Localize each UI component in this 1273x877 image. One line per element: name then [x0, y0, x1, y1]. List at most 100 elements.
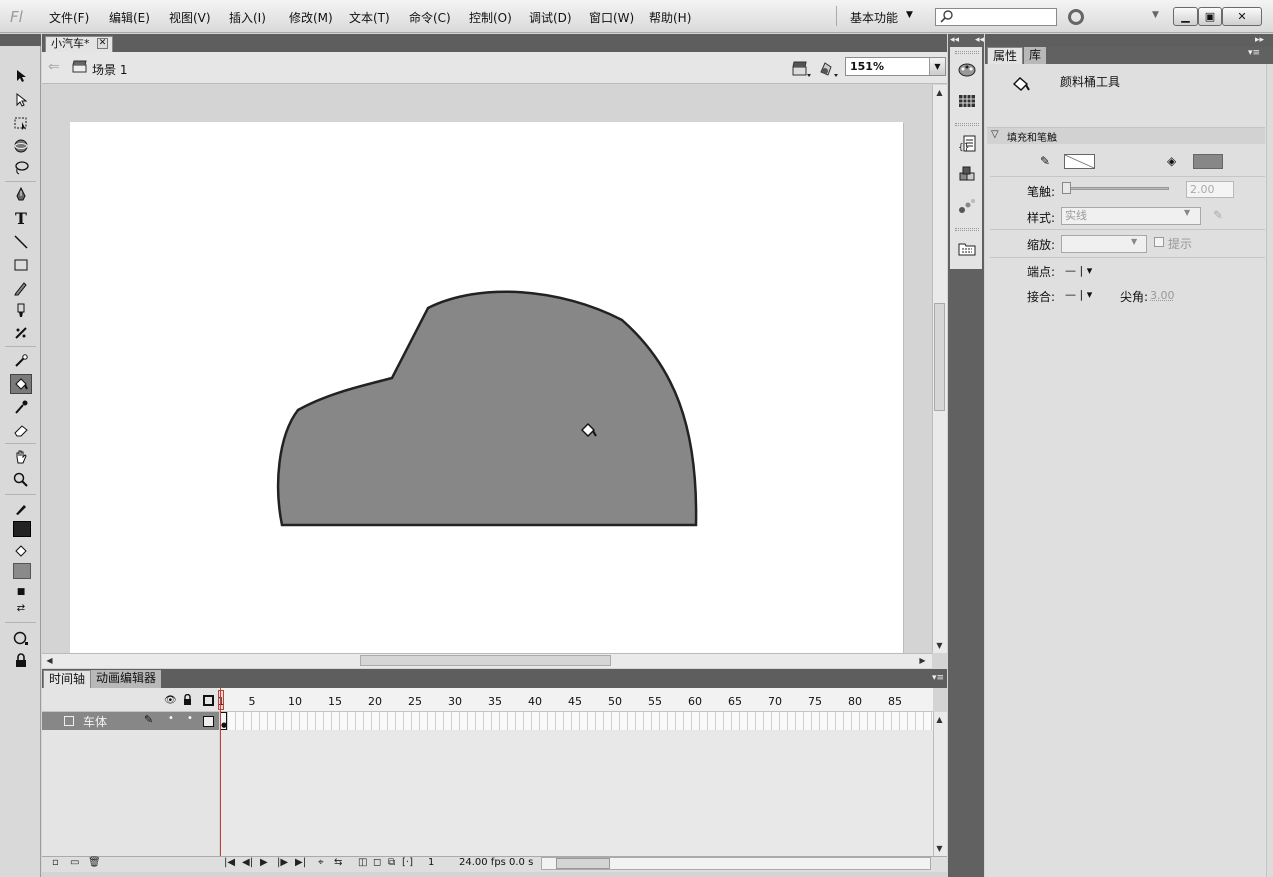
pencil-tool-icon[interactable] [10, 278, 32, 298]
menu-modify[interactable]: 修改(M) [289, 9, 333, 26]
eyedropper-tool-icon[interactable] [10, 397, 32, 417]
loop-icon[interactable]: ⇆ [334, 857, 342, 868]
bone-tool-icon[interactable] [10, 351, 32, 371]
step-forward-icon[interactable]: |▶ [277, 857, 288, 868]
new-folder-icon[interactable]: ▭ [70, 857, 79, 868]
panel-grip[interactable] [955, 228, 979, 231]
stage-vertical-scroll-thumb[interactable] [934, 303, 945, 411]
scroll-down-icon[interactable]: ▼ [933, 842, 946, 855]
stroke-color-swatch[interactable] [1064, 154, 1095, 169]
fill-color-swatch[interactable] [1193, 154, 1223, 169]
onion-markers-icon[interactable]: [·] [402, 857, 413, 868]
edit-stroke-style-icon[interactable]: ✎ [1213, 208, 1223, 222]
free-transform-tool-icon[interactable] [10, 113, 32, 133]
stage-horizontal-scroll-thumb[interactable] [360, 655, 611, 666]
stroke-color-swatch[interactable] [13, 521, 31, 537]
chevron-down-icon[interactable]: ▼ [1152, 10, 1159, 20]
menu-edit[interactable]: 编辑(E) [109, 9, 150, 26]
stroke-width-slider[interactable] [1068, 187, 1169, 190]
motion-presets-icon[interactable] [957, 196, 977, 216]
align-icon[interactable]: {} [957, 134, 977, 154]
brush-tool-icon[interactable] [10, 300, 32, 320]
layer-name[interactable]: 车体 [83, 713, 107, 730]
close-icon[interactable]: ✕ [97, 38, 108, 49]
menu-help[interactable]: 帮助(H) [649, 9, 691, 26]
frame-track[interactable] [220, 712, 933, 730]
back-arrow-icon[interactable]: ⇐ [48, 59, 60, 75]
layer-visibility-dot[interactable]: • [168, 713, 174, 724]
onion-skin-icon[interactable]: ◫ [358, 857, 367, 868]
stroke-style-select[interactable]: 实线 [1061, 207, 1201, 225]
swap-colors-icon[interactable]: ⇄ [10, 598, 32, 618]
toolbox-header[interactable] [0, 34, 41, 46]
current-frame[interactable]: 1 [428, 857, 434, 868]
expand-arrows-icon[interactable]: ▸▸ [1255, 35, 1264, 45]
collapse-arrows-icon[interactable]: ◂◂ [950, 35, 959, 45]
workspace-switcher[interactable]: 基本功能 [850, 9, 898, 26]
onion-outline-icon[interactable]: ◻ [373, 857, 381, 868]
lock-icon[interactable] [183, 693, 192, 705]
menu-control[interactable]: 控制(O) [469, 9, 512, 26]
new-layer-icon[interactable]: ▫ [52, 857, 59, 868]
tab-timeline[interactable]: 时间轴 [43, 670, 92, 688]
rectangle-tool-icon[interactable] [10, 255, 32, 275]
layer-lock-dot[interactable]: • [187, 713, 193, 724]
menu-debug[interactable]: 调试(D) [529, 9, 572, 26]
menu-file[interactable]: 文件(F) [49, 9, 89, 26]
chevron-down-icon[interactable]: ▼ [929, 58, 945, 75]
delete-layer-icon[interactable]: 🗑 [88, 857, 101, 868]
menu-text[interactable]: 文本(T) [349, 9, 390, 26]
paint-bucket-tool-icon[interactable] [10, 374, 32, 394]
edit-scene-icon[interactable] [792, 60, 812, 78]
lasso-tool-icon[interactable] [10, 158, 32, 178]
miter-input[interactable]: 3.00 [1150, 289, 1175, 302]
tab-motion-editor[interactable]: 动画编辑器 [91, 670, 162, 688]
menu-view[interactable]: 视图(V) [169, 9, 211, 26]
tab-properties[interactable]: 属性 [987, 47, 1024, 64]
chevron-down-icon[interactable]: ▼ [1131, 237, 1137, 246]
swatches-icon[interactable] [957, 91, 977, 111]
scene-breadcrumb[interactable]: 场景 1 [92, 61, 127, 78]
menu-commands[interactable]: 命令(C) [409, 9, 451, 26]
panel-grip[interactable] [955, 123, 979, 126]
chevron-down-icon[interactable]: ▼ [906, 10, 913, 20]
first-frame-icon[interactable]: |◀ [224, 857, 235, 868]
fill-color-swatch[interactable] [13, 563, 31, 579]
step-back-icon[interactable]: ◀| [242, 857, 253, 868]
zoom-tool-icon[interactable] [10, 470, 32, 490]
last-frame-icon[interactable]: ▶| [295, 857, 306, 868]
layer-outline-toggle[interactable] [203, 716, 214, 727]
scroll-left-icon[interactable]: ◀ [43, 654, 56, 667]
center-frame-icon[interactable]: ⌖ [318, 857, 324, 868]
pen-tool-icon[interactable] [10, 185, 32, 205]
disclosure-triangle-icon[interactable]: ▽ [991, 129, 999, 140]
menu-window[interactable]: 窗口(W) [589, 9, 634, 26]
stroke-width-slider-handle[interactable] [1062, 182, 1071, 194]
scroll-down-icon[interactable]: ▼ [933, 639, 946, 652]
playhead-handle[interactable] [218, 690, 224, 710]
deco-tool-icon[interactable] [10, 323, 32, 343]
frame-rate[interactable]: 24.00 fps [459, 857, 506, 868]
restore-button[interactable]: ▣ [1198, 7, 1222, 26]
play-icon[interactable]: ▶ [260, 857, 268, 868]
line-tool-icon[interactable] [10, 232, 32, 252]
car-body-shape[interactable] [270, 286, 704, 532]
object-drawing-icon[interactable] [10, 628, 32, 648]
snap-to-objects-icon[interactable] [10, 651, 32, 671]
hand-tool-icon[interactable] [10, 447, 32, 467]
panel-grip[interactable] [955, 51, 979, 54]
cap-select[interactable]: — | ▾ [1065, 264, 1092, 277]
chevron-down-icon[interactable]: ▼ [1184, 208, 1190, 217]
stroke-width-input[interactable]: 2.00 [1186, 181, 1234, 198]
panel-menu-icon[interactable]: ▾≡ [1248, 48, 1260, 58]
sync-settings-icon[interactable] [1068, 9, 1084, 25]
eraser-tool-icon[interactable] [10, 420, 32, 440]
tab-library[interactable]: 库 [1024, 47, 1047, 64]
keyframe[interactable]: ● [220, 712, 227, 730]
playhead[interactable] [220, 688, 221, 856]
color-palette-icon[interactable] [957, 60, 977, 80]
timeline-vertical-scrollbar[interactable] [933, 712, 947, 856]
menu-insert[interactable]: 插入(I) [229, 9, 266, 26]
collapse-dock-icon[interactable]: ◂◂ [975, 35, 984, 45]
selection-tool-icon[interactable] [10, 66, 32, 86]
